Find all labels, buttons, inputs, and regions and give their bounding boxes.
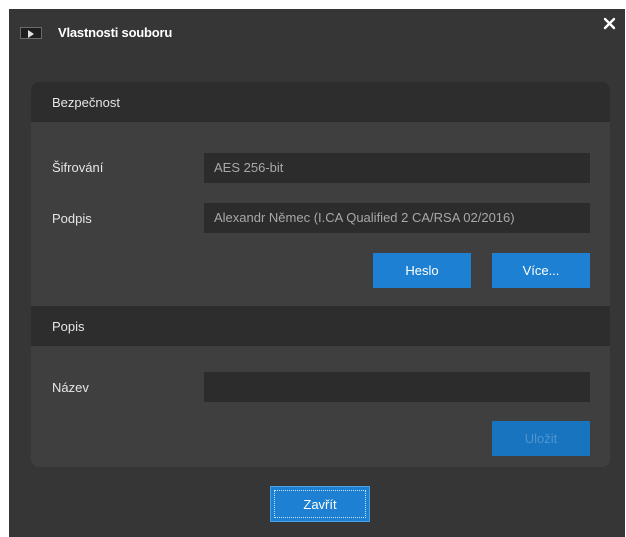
encryption-field[interactable]: AES 256-bit	[204, 153, 590, 183]
signature-label: Podpis	[52, 211, 92, 226]
name-label: Název	[52, 380, 89, 395]
security-section-header: Bezpečnost	[31, 82, 610, 122]
name-input[interactable]	[204, 372, 590, 402]
password-button[interactable]: Heslo	[373, 253, 471, 288]
save-button: Uložit	[492, 421, 590, 456]
encryption-label: Šifrování	[52, 160, 104, 175]
signature-field[interactable]: Alexandr Němec (I.CA Qualified 2 CA/RSA …	[204, 203, 590, 233]
more-button[interactable]: Více...	[492, 253, 590, 288]
description-section-header: Popis	[31, 306, 610, 346]
file-properties-dialog: Vlastnosti souboru Bezpečnost Šifrování …	[9, 9, 625, 537]
close-button-label: Zavřít	[274, 490, 366, 518]
description-header-label: Popis	[52, 319, 85, 334]
video-file-icon	[20, 27, 42, 39]
properties-panel: Bezpečnost Šifrování AES 256-bit Podpis …	[31, 82, 610, 467]
dialog-title: Vlastnosti souboru	[58, 25, 173, 40]
close-icon[interactable]	[601, 15, 619, 33]
close-button[interactable]: Zavřít	[270, 486, 370, 522]
security-header-label: Bezpečnost	[52, 95, 120, 110]
title-bar: Vlastnosti souboru	[9, 9, 625, 59]
